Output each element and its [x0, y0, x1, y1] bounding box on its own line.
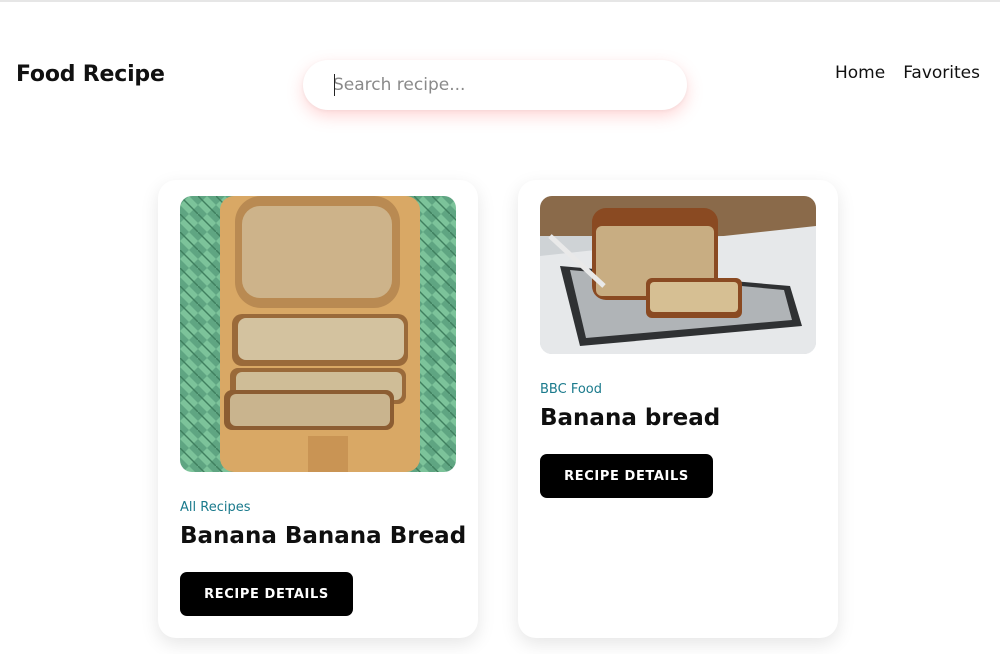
- text-cursor: [334, 74, 335, 96]
- recipe-image: [540, 196, 816, 354]
- recipe-title: Banana bread: [540, 405, 721, 431]
- recipe-image: [180, 196, 456, 472]
- recipe-card: All Recipes Banana Banana Bread RECIPE D…: [158, 180, 478, 638]
- nav-favorites-link[interactable]: Favorites: [903, 63, 980, 83]
- nav-home-link[interactable]: Home: [835, 63, 885, 83]
- recipe-details-button[interactable]: RECIPE DETAILS: [180, 572, 353, 616]
- recipe-title: Banana Banana Bread: [180, 523, 467, 549]
- brand-logo[interactable]: Food Recipe: [16, 62, 165, 87]
- search-input[interactable]: [333, 60, 663, 110]
- recipe-source: All Recipes: [180, 500, 251, 515]
- top-navbar: Food Recipe Home Favorites: [0, 0, 1000, 150]
- recipe-details-button[interactable]: RECIPE DETAILS: [540, 454, 713, 498]
- search-bar: [303, 60, 687, 110]
- recipe-card: BBC Food Banana bread RECIPE DETAILS: [518, 180, 838, 638]
- recipe-source: BBC Food: [540, 382, 602, 397]
- nav-links: Home Favorites: [835, 63, 980, 83]
